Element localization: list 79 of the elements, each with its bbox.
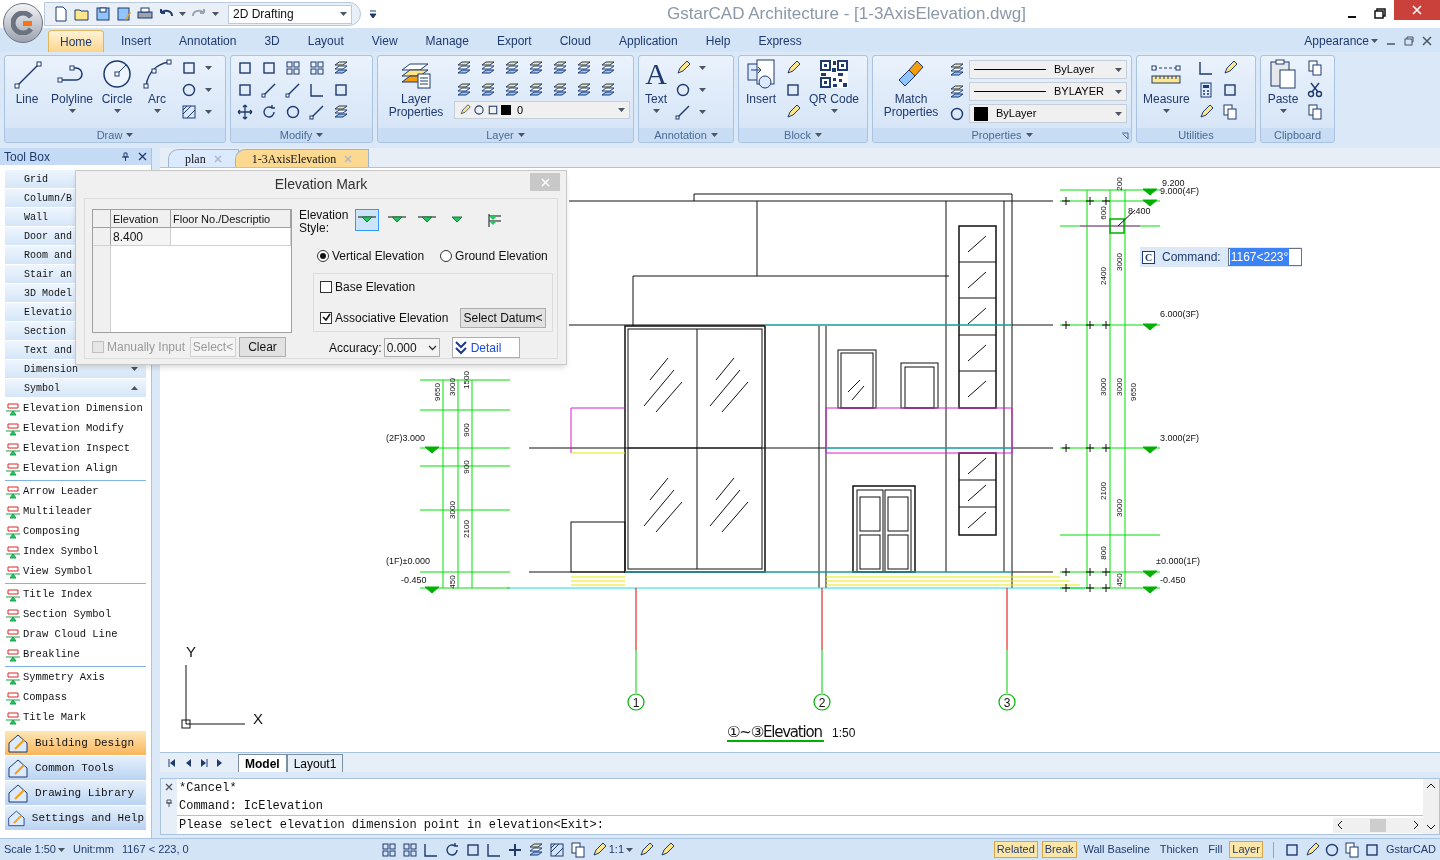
ribbon-button-label: Insert xyxy=(746,93,776,106)
dialog-title: Elevation Mark xyxy=(274,175,368,194)
level-label: -0.450 xyxy=(1160,575,1186,585)
dimension-text: 200 xyxy=(1115,177,1124,191)
ribbon-button-label: Measure xyxy=(1143,93,1190,106)
dimension-text: 3000 xyxy=(1099,378,1108,396)
dimension-text: 450 xyxy=(448,575,457,589)
level-label: 6.000(3F) xyxy=(1160,309,1200,319)
property-value: ByLayer xyxy=(996,106,1038,122)
property-value: BYLAYER xyxy=(1054,84,1105,100)
level-label: 3.000(2F) xyxy=(1160,433,1200,443)
dimension-text: 3000 xyxy=(1115,499,1124,517)
panel-title: Tool Box xyxy=(4,148,52,166)
ribbon-button-label: Paste xyxy=(1267,93,1299,106)
accuracy-label: Accuracy: xyxy=(329,339,382,357)
dimension-text: 3000 xyxy=(1115,253,1124,271)
command-history-line: Command: IcElevation xyxy=(178,798,325,815)
dimension-text: 3000 xyxy=(448,378,457,396)
axis-number: 1 xyxy=(632,696,640,710)
dimension-text: 3000 xyxy=(448,501,457,519)
dimension-text: 2100 xyxy=(462,520,471,538)
unit-label: Unit:mm xyxy=(73,842,114,858)
ribbon-button-label: Circle xyxy=(101,93,133,106)
group-label: Clipboard xyxy=(1273,127,1322,143)
level-label: ±0.000(1F) xyxy=(1156,556,1200,566)
coordinates: 1167 < 223, 0 xyxy=(121,842,189,858)
dimension-text: 9650 xyxy=(433,383,442,401)
drawing-scale: 1:50 xyxy=(832,726,856,740)
ribbon-button-label: Polyline xyxy=(51,93,94,106)
dimension-text: 9650 xyxy=(1129,383,1138,401)
group-label: Modify xyxy=(279,127,313,143)
dimension-text: 600 xyxy=(1099,206,1108,220)
checkbox-label: Associative Elevation xyxy=(335,309,450,327)
ribbon-button-label: Text xyxy=(645,93,667,106)
dimension-text: 2400 xyxy=(1099,267,1108,285)
ribbon-button-label: Arc xyxy=(148,93,167,106)
column-header: Elevation xyxy=(111,210,171,227)
ucs-axis-label: Y xyxy=(186,643,196,660)
ribbon-button-label: Line xyxy=(15,93,39,106)
group-label: Utilities xyxy=(1178,127,1214,143)
dimension-text: 900 xyxy=(462,460,471,474)
dimension-text: 900 xyxy=(462,423,471,437)
ribbon-button-label: Layer Properties xyxy=(387,93,445,119)
group-label: Layer xyxy=(486,127,514,143)
level-label: -0.450 xyxy=(401,575,427,585)
group-label: Draw xyxy=(96,127,123,143)
checkbox-label: Base Elevation xyxy=(335,278,417,296)
group-label: Annotation xyxy=(654,127,707,143)
ribbon-button-label: QR Code xyxy=(809,93,860,106)
axis-number: 3 xyxy=(1003,696,1011,710)
radio-label: Ground Elevation xyxy=(455,248,548,265)
group-label: Properties xyxy=(971,127,1022,143)
style-label: Elevation Style: xyxy=(299,209,349,235)
property-value: ByLayer xyxy=(1054,62,1096,78)
command-history-line: *Cancel* xyxy=(178,780,238,797)
dimension-text: 3000 xyxy=(1115,378,1124,396)
dimension-text: 800 xyxy=(1099,546,1108,560)
layer-name: 0 xyxy=(517,102,525,118)
level-label: 9.200 xyxy=(1162,178,1185,188)
level-label: (2F)3.000 xyxy=(386,433,426,443)
drawing-title: ①~③Elevation xyxy=(727,723,823,741)
dimension-text: 2100 xyxy=(1099,482,1108,500)
checkbox-label: Manually Input xyxy=(107,339,186,356)
level-label: 9.000(4F) xyxy=(1160,186,1200,196)
text-style-glyph: A xyxy=(645,58,667,90)
ribbon-button-label: Match Properties xyxy=(882,93,940,119)
level-label: 8.400 xyxy=(1128,206,1151,216)
ucs-axis-label: X xyxy=(253,710,263,727)
column-header: Floor No./Descriptio xyxy=(171,210,291,227)
dimension-text: 1500 xyxy=(462,371,471,389)
window-title: GstarCAD Architecture - [1-3AxisElevation.dwg] xyxy=(667,3,1027,26)
command-label: Command: xyxy=(1161,249,1222,266)
radio-label: Vertical Elevation xyxy=(332,248,425,265)
brand-label: GstarCAD xyxy=(1385,842,1436,858)
axis-number: 2 xyxy=(818,696,826,710)
command-badge: C xyxy=(1142,250,1155,264)
level-label: (1F)±0.000 xyxy=(386,556,430,566)
dimension-text: 450 xyxy=(1115,573,1124,587)
group-label: Block xyxy=(784,127,811,143)
